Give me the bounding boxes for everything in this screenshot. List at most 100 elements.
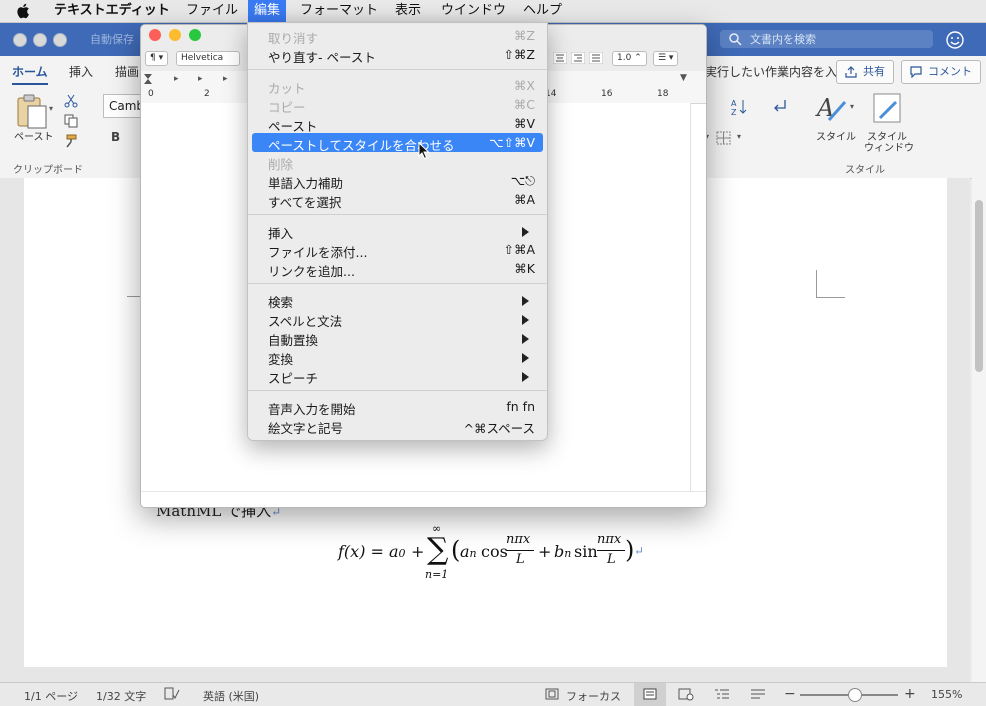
textedit-close-button[interactable]: [149, 29, 161, 41]
search-placeholder: 文書内を検索: [750, 33, 816, 46]
paragraph-mark-icon[interactable]: [771, 98, 787, 114]
styles-chevron-icon[interactable]: ▾: [850, 102, 854, 111]
focus-icon[interactable]: [545, 688, 559, 700]
zoom-out-button[interactable]: −: [784, 686, 796, 702]
menu-item-speech[interactable]: スピーチ: [252, 366, 543, 386]
align-center-icon[interactable]: [553, 52, 567, 64]
formula-paren-close: ): [625, 536, 635, 564]
status-zoom[interactable]: 155%: [931, 688, 962, 701]
list-style-select[interactable]: ☰ ▾: [653, 51, 679, 66]
menu-item-substitutions[interactable]: 自動置換: [252, 328, 543, 348]
menu-item-find[interactable]: 検索: [252, 290, 543, 310]
formula-frac-bar-1: [506, 550, 534, 551]
status-word-count[interactable]: 1/32 文字: [96, 688, 146, 704]
zoom-slider-thumb[interactable]: [848, 688, 862, 702]
styles-pane-icon[interactable]: [872, 92, 904, 124]
ruler-number: 2: [204, 89, 210, 99]
menu-separator: [248, 69, 547, 70]
paste-icon[interactable]: [16, 94, 50, 130]
formula-plus-2: +: [538, 542, 552, 561]
menu-item-transformations[interactable]: 変換: [252, 347, 543, 367]
share-button[interactable]: 共有: [836, 60, 894, 84]
menu-item-redo[interactable]: やり直す- ペースト ⇧⌘Z: [252, 45, 543, 65]
apple-icon[interactable]: [16, 3, 30, 19]
web-layout-icon[interactable]: [678, 688, 694, 701]
word-close-button[interactable]: [13, 33, 27, 47]
submenu-arrow-icon: [522, 353, 529, 363]
document-scroll-thumb[interactable]: [975, 200, 983, 372]
cut-icon[interactable]: [64, 94, 78, 108]
copy-icon[interactable]: [64, 114, 78, 128]
menu-item-start-dictation[interactable]: 音声入力を開始 fn fn: [252, 397, 543, 417]
menubar-window[interactable]: ウインドウ: [435, 0, 512, 22]
menu-item-attach-files[interactable]: ファイルを添付... ⇧⌘A: [252, 240, 543, 260]
line-spacing-select[interactable]: 1.0 ⌃: [612, 51, 647, 66]
zoom-in-button[interactable]: +: [904, 686, 916, 702]
menu-item-paste[interactable]: ペースト ⌘V: [252, 114, 543, 134]
tab-home[interactable]: ホーム: [12, 63, 48, 85]
smiley-feedback-icon[interactable]: [945, 30, 965, 50]
tab-stop-icon[interactable]: ▸: [174, 74, 179, 84]
styles-icon[interactable]: A: [815, 92, 849, 124]
menubar-edit[interactable]: 編集: [248, 0, 287, 22]
sort-icon[interactable]: AZ: [731, 98, 747, 116]
font-family-select[interactable]: Helvetica: [176, 51, 240, 66]
align-justify-icon[interactable]: [589, 52, 603, 64]
tab-insert[interactable]: 挿入: [69, 63, 93, 80]
formula-frac-num-1: nπx: [506, 532, 531, 547]
menu-item-select-all[interactable]: すべてを選択 ⌘A: [252, 190, 543, 210]
bold-button[interactable]: B: [111, 130, 120, 144]
proofing-icon[interactable]: [164, 687, 180, 701]
tab-stop-icon[interactable]: ▸: [223, 74, 228, 84]
align-right-icon[interactable]: [571, 52, 585, 64]
borders-chevron-icon[interactable]: ▾: [737, 132, 741, 141]
status-language[interactable]: 英語 (米国): [203, 688, 259, 704]
paragraph-style-select[interactable]: ¶ ▾: [145, 51, 169, 66]
menu-item-insert[interactable]: 挿入: [252, 221, 543, 241]
search-icon: [729, 33, 742, 46]
menubar-file[interactable]: ファイル: [180, 0, 244, 22]
menubar-format[interactable]: フォーマット: [294, 0, 384, 22]
menu-item-add-link[interactable]: リンクを追加... ⌘K: [252, 259, 543, 279]
formula-sum-lower: n=1: [425, 568, 449, 581]
formula-plus: +: [411, 542, 425, 561]
comment-button[interactable]: コメント: [901, 60, 981, 84]
menu-item-emoji-symbols[interactable]: 絵文字と記号 ^⌘スペース: [252, 416, 543, 436]
textedit-minimize-button[interactable]: [169, 29, 181, 41]
paste-chevron-icon[interactable]: ▾: [49, 104, 53, 113]
submenu-arrow-icon: [522, 334, 529, 344]
menu-item-spelling-grammar[interactable]: スペルと文法: [252, 309, 543, 329]
formula-lhs: f(x) = a0: [338, 542, 406, 561]
share-icon: [845, 66, 857, 78]
menubar-app-name[interactable]: テキストエディット: [48, 0, 176, 22]
menu-item-paste-and-match-style[interactable]: ペーストしてスタイルを合わせる ⌥⇧⌘V: [252, 133, 543, 153]
borders-icon[interactable]: [716, 131, 732, 145]
menu-item-delete[interactable]: 削除: [252, 152, 543, 172]
math-formula[interactable]: f(x) = a0 + ∞ ∑ n=1 ( an cos nπx L + bn …: [338, 522, 648, 586]
menu-item-undo[interactable]: 取り消す ⌘Z: [252, 26, 543, 46]
textedit-zoom-button[interactable]: [189, 29, 201, 41]
menubar-view[interactable]: 表示: [389, 0, 427, 22]
format-painter-icon[interactable]: [64, 134, 78, 148]
menubar-help[interactable]: ヘルプ: [517, 0, 568, 22]
word-minimize-button[interactable]: [33, 33, 47, 47]
tab-draw[interactable]: 描画: [115, 63, 139, 80]
status-page-count[interactable]: 1/1 ページ: [24, 688, 78, 704]
indent-marker-icon[interactable]: [143, 73, 153, 85]
right-margin-marker-icon[interactable]: ▼: [680, 73, 687, 83]
outline-view-icon[interactable]: [714, 688, 730, 700]
menubar: テキストエディット ファイル 編集 フォーマット 表示 ウインドウ ヘルプ: [0, 0, 986, 23]
print-layout-view-button[interactable]: [634, 683, 666, 706]
formula-frac-den-2: L: [607, 552, 616, 567]
menu-item-complete[interactable]: 単語入力補助 ⌥⎋: [252, 171, 543, 191]
tab-stop-icon[interactable]: ▸: [198, 74, 203, 84]
draft-view-icon[interactable]: [750, 688, 766, 700]
menu-item-copy[interactable]: コピー ⌘C: [252, 95, 543, 115]
formula-a-n: an: [460, 542, 477, 561]
status-focus[interactable]: フォーカス: [566, 688, 621, 704]
submenu-arrow-icon: [522, 372, 529, 382]
menu-item-cut[interactable]: カット ⌘X: [252, 76, 543, 96]
document-search-input[interactable]: 文書内を検索: [720, 30, 933, 48]
comment-icon: [910, 66, 922, 78]
word-zoom-button[interactable]: [53, 33, 67, 47]
